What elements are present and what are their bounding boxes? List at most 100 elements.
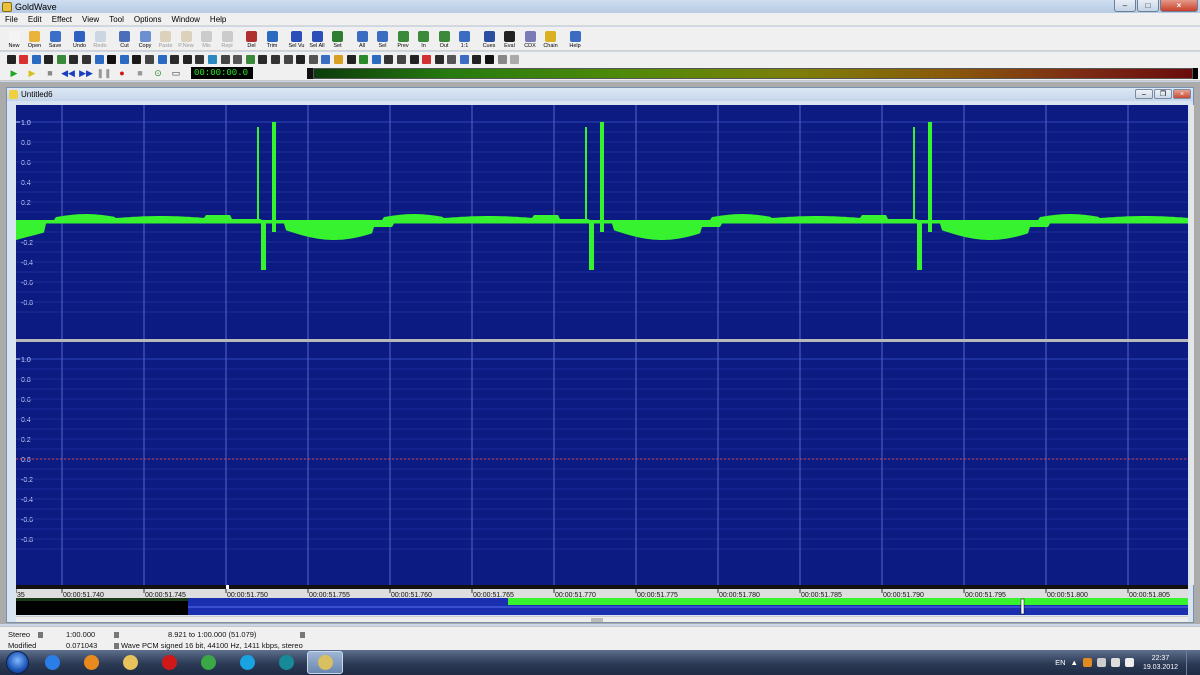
toolbar-button-cues[interactable]: Cues	[479, 27, 499, 50]
waveform-display[interactable]: 1.0 0.8 0.6 0.4 0.2 0.0 -0.2 -0.4 -0.6 -0.8 1.0 0.8…	[16, 105, 1188, 585]
document-restore-button[interactable]: ❐	[1154, 89, 1172, 99]
document-minimize-button[interactable]: –	[1135, 89, 1153, 99]
volume-icon[interactable]	[1124, 658, 1134, 667]
network-icon[interactable]	[1110, 658, 1120, 667]
effect-button-21[interactable]	[257, 54, 269, 65]
play-selection-button[interactable]: ▶	[23, 67, 41, 80]
toolbar-button-out[interactable]: Out	[434, 27, 454, 50]
record-stop-button[interactable]: ■	[131, 67, 149, 80]
effect-button-13[interactable]	[156, 54, 168, 65]
effect-button-22[interactable]	[269, 54, 281, 65]
effect-button-19[interactable]	[232, 54, 244, 65]
menu-window[interactable]: Window	[166, 15, 204, 24]
horizontal-scrollbar[interactable]	[16, 616, 1188, 622]
effect-button-37[interactable]	[458, 54, 470, 65]
toolbar-button-trim[interactable]: Trim	[262, 27, 282, 50]
taskbar-internet-explorer[interactable]	[34, 651, 70, 674]
effect-button-26[interactable]	[320, 54, 332, 65]
toolbar-button-sel-vu[interactable]: Sel Vu	[287, 27, 307, 50]
waveform-svg[interactable]: 1.0 0.8 0.6 0.4 0.2 0.0 -0.2 -0.4 -0.6 -0.8 1.0 0.8…	[16, 105, 1188, 585]
effect-button-9[interactable]	[106, 54, 118, 65]
toolbar-button-in[interactable]: In	[414, 27, 434, 50]
effect-button-3[interactable]	[30, 54, 42, 65]
vertical-scrollbar[interactable]	[1190, 105, 1194, 585]
document-close-button[interactable]: ×	[1173, 89, 1191, 99]
rewind-button[interactable]: ◀◀	[59, 67, 77, 80]
toolbar-button-open[interactable]: Open	[25, 27, 45, 50]
menu-file[interactable]: File	[0, 15, 23, 24]
effect-button-25[interactable]	[307, 54, 319, 65]
toolbar-button-chain[interactable]: Chain	[541, 27, 561, 50]
effect-button-11[interactable]	[131, 54, 143, 65]
taskbar-goldwave[interactable]	[307, 651, 343, 674]
effect-button-10[interactable]	[118, 54, 130, 65]
effect-button-32[interactable]	[395, 54, 407, 65]
effect-button-5[interactable]	[55, 54, 67, 65]
toolbar-button-sel-all[interactable]: Sel All	[307, 27, 327, 50]
effect-button-14[interactable]	[169, 54, 181, 65]
effect-button-24[interactable]	[295, 54, 307, 65]
menu-tool[interactable]: Tool	[104, 15, 129, 24]
horizontal-scroll-thumb[interactable]	[591, 618, 603, 622]
tray-expand-icon[interactable]: ▲	[1071, 658, 1078, 667]
effect-button-4[interactable]	[43, 54, 55, 65]
toolbar-button-del[interactable]: Del	[242, 27, 262, 50]
menu-effect[interactable]: Effect	[47, 15, 77, 24]
taskbar-arduino[interactable]	[268, 651, 304, 674]
effect-button-29[interactable]	[358, 54, 370, 65]
effect-button-28[interactable]	[345, 54, 357, 65]
effect-button-27[interactable]	[332, 54, 344, 65]
record-button[interactable]: ●	[113, 67, 131, 80]
language-indicator[interactable]: EN	[1055, 658, 1065, 667]
effect-button-8[interactable]	[93, 54, 105, 65]
taskbar-media-player[interactable]	[73, 651, 109, 674]
effect-button-35[interactable]	[433, 54, 445, 65]
effect-button-7[interactable]	[81, 54, 93, 65]
toolbar-button-new[interactable]: New	[4, 27, 24, 50]
clock[interactable]: 22:37 19.03.2012	[1143, 654, 1178, 672]
toolbar-button-cdx[interactable]: CDX	[520, 27, 540, 50]
taskbar-opera[interactable]	[151, 651, 187, 674]
control-window-button[interactable]: ▭	[167, 67, 185, 80]
overview-bar[interactable]	[16, 598, 1188, 615]
effect-button-12[interactable]	[144, 54, 156, 65]
effect-button-17[interactable]	[207, 54, 219, 65]
toolbar-button-1-1[interactable]: 1:1	[455, 27, 475, 50]
toolbar-button-sel[interactable]: Sel	[373, 27, 393, 50]
toolbar-button-copy[interactable]: Copy	[135, 27, 155, 50]
toolbar-button-cut[interactable]: Cut	[115, 27, 135, 50]
effect-button-15[interactable]	[181, 54, 193, 65]
toolbar-button-help[interactable]: Help	[565, 27, 585, 50]
control-properties-button[interactable]: ⊙	[149, 67, 167, 80]
show-desktop-button[interactable]	[1186, 650, 1194, 675]
menu-edit[interactable]: Edit	[23, 15, 47, 24]
effect-button-40[interactable]	[496, 54, 508, 65]
effect-button-23[interactable]	[282, 54, 294, 65]
maximize-button[interactable]: □	[1137, 0, 1159, 12]
effect-button-36[interactable]	[446, 54, 458, 65]
taskbar-chrome[interactable]	[190, 651, 226, 674]
toolbar-button-save[interactable]: Save	[45, 27, 65, 50]
effect-button-30[interactable]	[370, 54, 382, 65]
taskbar-file-explorer[interactable]	[112, 651, 148, 674]
start-button[interactable]	[6, 651, 29, 674]
taskbar-skype[interactable]	[229, 651, 265, 674]
minimize-button[interactable]: –	[1114, 0, 1136, 12]
effect-button-31[interactable]	[383, 54, 395, 65]
close-button[interactable]: ×	[1160, 0, 1198, 12]
effect-button-1[interactable]	[5, 54, 17, 65]
effect-button-39[interactable]	[484, 54, 496, 65]
pause-button[interactable]: ❚❚	[95, 67, 113, 80]
tray-app-icon[interactable]	[1082, 658, 1092, 667]
effect-button-2[interactable]	[18, 54, 30, 65]
effect-button-33[interactable]	[408, 54, 420, 65]
effect-button-34[interactable]	[421, 54, 433, 65]
toolbar-button-set[interactable]: Set	[328, 27, 348, 50]
toolbar-button-all[interactable]: All	[352, 27, 372, 50]
menu-options[interactable]: Options	[129, 15, 167, 24]
effect-button-38[interactable]	[471, 54, 483, 65]
fast-forward-button[interactable]: ▶▶	[77, 67, 95, 80]
effect-button-16[interactable]	[194, 54, 206, 65]
effect-button-41[interactable]	[509, 54, 521, 65]
toolbar-button-eval[interactable]: Eval	[500, 27, 520, 50]
